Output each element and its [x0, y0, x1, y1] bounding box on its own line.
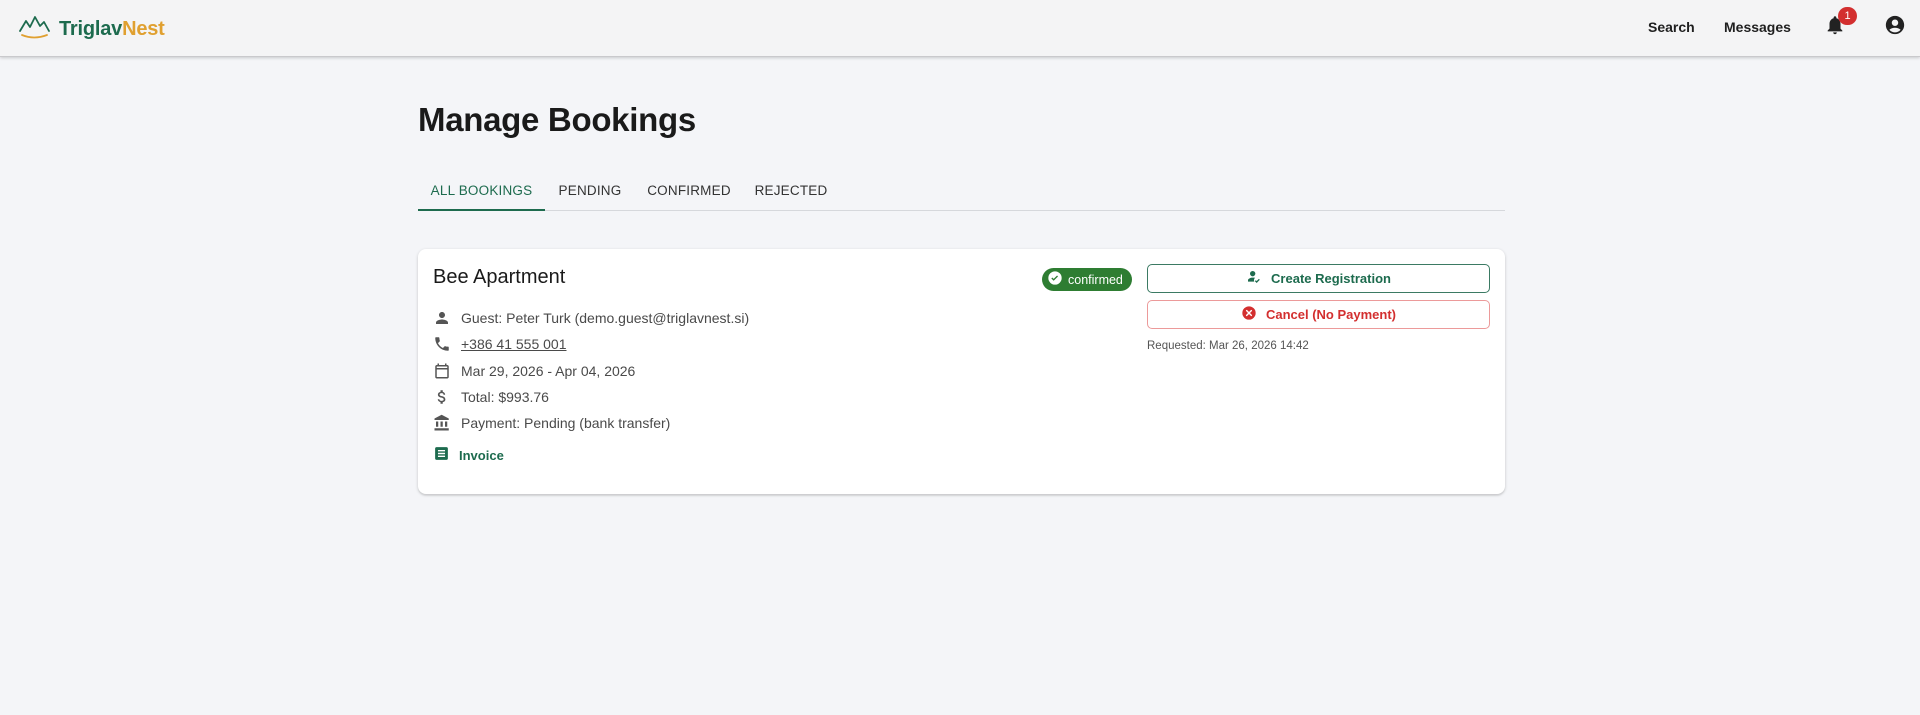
calendar-icon	[433, 362, 451, 380]
status-label: confirmed	[1068, 272, 1123, 287]
notification-badge: 1	[1838, 7, 1857, 25]
dates-row: Mar 29, 2026 - Apr 04, 2026	[433, 361, 635, 381]
receipt-icon	[433, 445, 450, 465]
payment-status: Payment: Pending (bank transfer)	[461, 415, 671, 431]
cancel-label: Cancel (No Payment)	[1265, 307, 1397, 322]
status-badge: confirmed	[1042, 268, 1132, 291]
guest-row: Guest: Peter Turk (demo.guest@triglavnes…	[433, 308, 749, 328]
logo-text: TriglavNest	[59, 18, 165, 41]
account-button[interactable]	[1883, 15, 1907, 39]
tab-rejected[interactable]: REJECTED	[743, 169, 839, 211]
create-registration-button[interactable]: Create Registration	[1147, 264, 1490, 293]
mountain-logo-icon	[19, 14, 50, 45]
tab-all-bookings[interactable]: ALL BOOKINGS	[418, 169, 545, 211]
active-tab-indicator	[418, 209, 545, 211]
bank-icon	[433, 414, 451, 432]
total-row: Total: $993.76	[433, 387, 549, 407]
booking-card: Bee Apartment Guest: Peter Turk (demo.gu…	[418, 249, 1505, 494]
person-icon	[433, 309, 451, 327]
logo-text-primary: Triglav	[59, 18, 123, 40]
tab-confirmed[interactable]: CONFIRMED	[635, 169, 743, 211]
logo-text-accent: Nest	[122, 18, 165, 40]
cancel-no-payment-button[interactable]: Cancel (No Payment)	[1147, 300, 1490, 329]
phone-row: +386 41 555 001	[433, 334, 567, 354]
cancel-circle-icon	[1241, 305, 1257, 324]
page-title: Manage Bookings	[418, 101, 696, 138]
invoice-link[interactable]: Invoice	[433, 445, 504, 465]
phone-icon	[433, 335, 451, 353]
nav-messages-link[interactable]: Messages	[1724, 19, 1791, 35]
booking-dates: Mar 29, 2026 - Apr 04, 2026	[461, 363, 636, 379]
booking-total: Total: $993.76	[461, 389, 549, 405]
logo[interactable]: TriglavNest	[19, 14, 165, 45]
account-circle-icon	[1884, 14, 1906, 41]
invoice-label: Invoice	[459, 447, 504, 463]
check-circle-icon	[1047, 270, 1063, 289]
create-registration-label: Create Registration	[1271, 271, 1391, 286]
guest-info: Guest: Peter Turk (demo.guest@triglavnes…	[461, 310, 750, 326]
property-name: Bee Apartment	[433, 266, 566, 288]
person-check-icon	[1246, 269, 1262, 288]
payment-row: Payment: Pending (bank transfer)	[433, 413, 670, 433]
phone-link[interactable]: +386 41 555 001	[461, 336, 567, 352]
requested-timestamp: Requested: Mar 26, 2026 14:42	[1147, 340, 1309, 352]
booking-tabs: ALL BOOKINGS PENDING CONFIRMED REJECTED	[418, 169, 1505, 211]
nav-search-link[interactable]: Search	[1648, 19, 1695, 35]
app-bar: TriglavNest Search Messages 1	[0, 0, 1920, 57]
tab-pending[interactable]: PENDING	[545, 169, 635, 211]
dollar-icon	[433, 388, 451, 406]
